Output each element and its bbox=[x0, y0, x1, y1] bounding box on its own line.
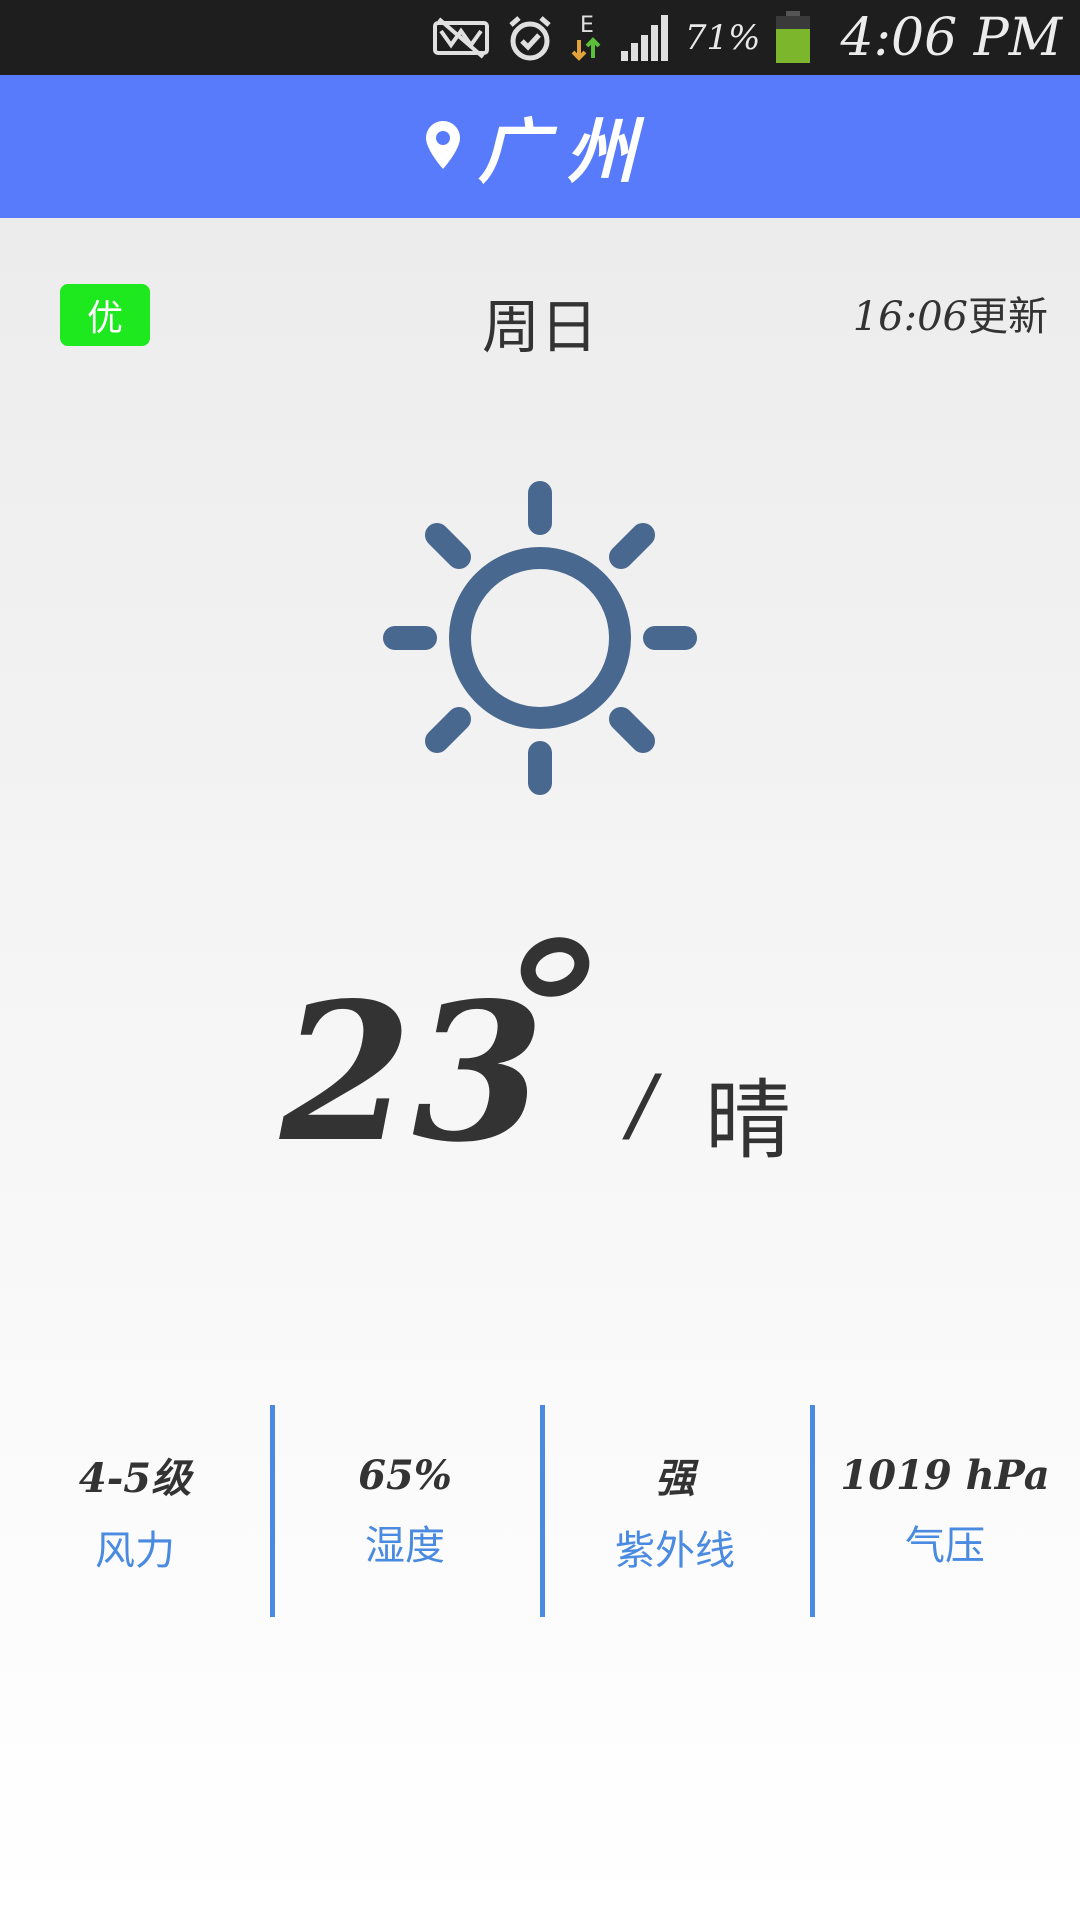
stat-humidity: 65% 湿度 bbox=[270, 1405, 540, 1617]
stat-value: 65% bbox=[358, 1451, 452, 1499]
update-suffix: 更新 bbox=[968, 294, 1048, 340]
stat-label: 湿度 bbox=[365, 1522, 445, 1569]
city-name[interactable]: 广州 bbox=[478, 96, 654, 197]
location-pin-icon[interactable] bbox=[426, 120, 460, 173]
stats-row: 4-5级 风力 65% 湿度 强 紫外线 1019 hPa 气压 bbox=[0, 1405, 1080, 1617]
update-time-value: 16:06 bbox=[852, 294, 968, 340]
stat-wind: 4-5级 风力 bbox=[0, 1405, 270, 1617]
weather-main: 优 周日 16:06 更新 23 / 晴 4-5级 风力 65% 湿度 强 紫外… bbox=[0, 218, 1080, 1920]
no-sim-icon bbox=[431, 15, 491, 61]
status-bar: E 71% 4:06 PM bbox=[0, 0, 1080, 75]
status-clock: 4:06 PM bbox=[840, 7, 1062, 68]
temperature-row: 23 / 晴 bbox=[0, 927, 1080, 1198]
stat-value: 强 bbox=[655, 1455, 695, 1502]
sun-icon bbox=[365, 463, 715, 813]
stat-pressure: 1019 hPa 气压 bbox=[810, 1405, 1080, 1617]
weather-condition: 晴 bbox=[705, 1071, 791, 1171]
stat-label: 气压 bbox=[905, 1522, 985, 1569]
alarm-icon bbox=[505, 13, 555, 63]
update-time: 16:06 更新 bbox=[853, 284, 1048, 342]
signal-icon bbox=[619, 13, 671, 63]
stat-label: 风力 bbox=[95, 1528, 175, 1574]
stat-label: 紫外线 bbox=[615, 1528, 735, 1574]
stat-uv: 强 紫外线 bbox=[540, 1405, 810, 1617]
temperature-value: 23 bbox=[280, 961, 545, 1184]
app-header: 广州 bbox=[0, 75, 1080, 218]
battery-percent: 71% bbox=[684, 17, 761, 58]
stat-value: 1019 hPa bbox=[840, 1451, 1050, 1499]
battery-icon bbox=[774, 10, 812, 65]
stat-value: 4-5级 bbox=[78, 1455, 192, 1502]
network-type-text: E bbox=[580, 13, 594, 38]
separator-slash: / bbox=[628, 1058, 655, 1151]
data-arrows-icon: E bbox=[569, 10, 605, 66]
